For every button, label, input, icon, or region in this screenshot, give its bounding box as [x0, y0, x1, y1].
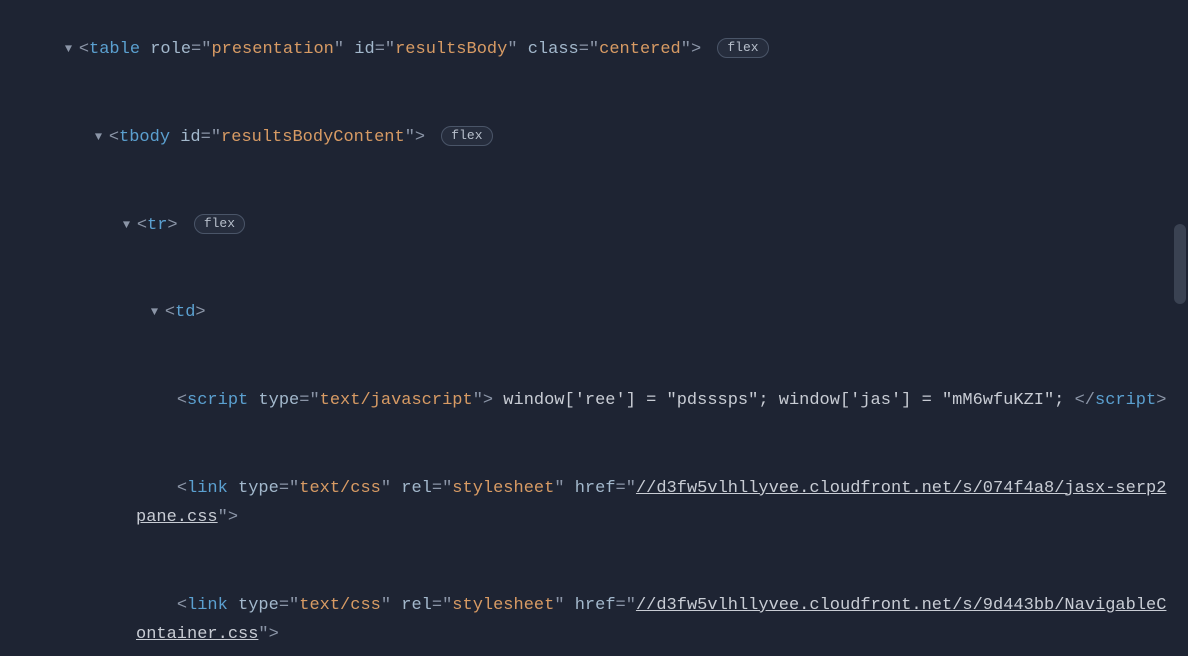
flex-badge[interactable]: flex	[441, 126, 492, 146]
dom-node-tbody-resultsBodyContent[interactable]: <tbody id="resultsBodyContent"> flex	[0, 94, 1188, 182]
dom-node-script[interactable]: <script type="text/javascript"> window['…	[0, 357, 1188, 445]
flex-badge[interactable]: flex	[194, 214, 245, 234]
expand-arrow-icon[interactable]	[123, 215, 135, 236]
expand-arrow-icon[interactable]	[151, 302, 163, 323]
dom-node-link[interactable]: <link type="text/css" rel="stylesheet" h…	[0, 561, 1188, 656]
dom-node-link[interactable]: <link type="text/css" rel="stylesheet" h…	[0, 445, 1188, 562]
dom-node-td[interactable]: <td>	[0, 269, 1188, 357]
expand-arrow-icon[interactable]	[95, 127, 107, 148]
dom-node-tr[interactable]: <tr> flex	[0, 181, 1188, 269]
scrollbar-thumb[interactable]	[1174, 224, 1186, 304]
elements-panel: <table role="presentation" id="resultsBo…	[0, 0, 1188, 656]
dom-node-table-resultsBody[interactable]: <table role="presentation" id="resultsBo…	[0, 6, 1188, 94]
flex-badge[interactable]: flex	[717, 38, 768, 58]
expand-arrow-icon[interactable]	[65, 39, 77, 60]
